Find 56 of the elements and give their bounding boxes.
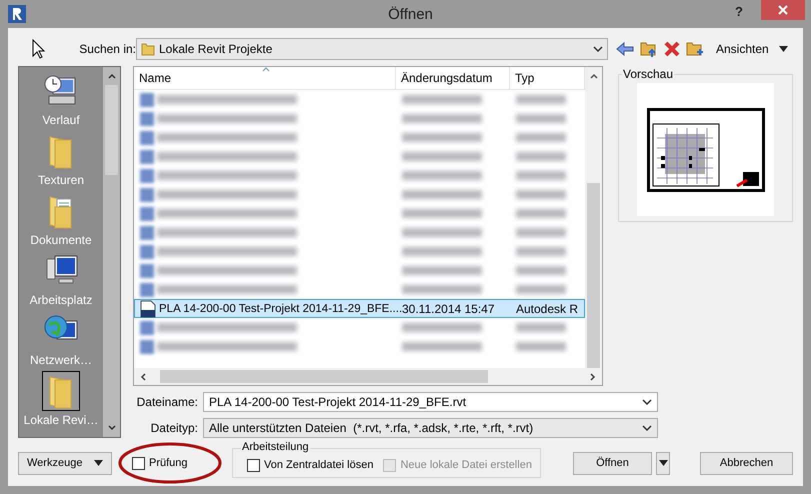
- open-button[interactable]: Öffnen: [573, 452, 652, 474]
- file-type-dropdown[interactable]: Alle unterstützten Dateien (*.rvt, *.rfa, *.adsk, *.rte, *.rft, *.rvt): [203, 418, 658, 438]
- scrollbar-thumb[interactable]: [587, 183, 600, 368]
- scroll-up-icon[interactable]: [590, 73, 598, 79]
- scroll-right-icon[interactable]: [590, 372, 596, 380]
- place-label: Arbeitsplatz: [30, 293, 92, 307]
- scroll-down-icon[interactable]: [108, 425, 116, 431]
- caret-icon: [778, 46, 788, 52]
- chevron-down-icon: [642, 399, 652, 405]
- file-type-label: Dateityp:: [150, 421, 199, 435]
- vertical-scrollbar[interactable]: [103, 67, 120, 437]
- back-arrow-icon[interactable]: [616, 42, 634, 56]
- file-name: PLA 14-200-00 Test-Projekt 2014-11-29_BFE....: [159, 302, 402, 314]
- sort-caret-icon: [262, 67, 270, 72]
- place-label: Verlauf: [42, 113, 80, 127]
- place-label: Texturen: [38, 173, 84, 187]
- rvt-file-icon: [140, 300, 156, 318]
- place-label: Netzwerk…: [30, 353, 92, 367]
- caret-icon: [658, 460, 668, 466]
- worksharing-label: Arbeitsteilung: [241, 441, 310, 453]
- preview-label: Vorschau: [622, 67, 674, 81]
- file-row[interactable]: PLA 14-200-00 Test-Projekt 2014-11-29_BFE....30.11.2014 15:47 Autodesk R: [134, 299, 585, 318]
- look-in-label: Suchen in:: [79, 42, 136, 56]
- horizontal-scrollbar[interactable]: [134, 368, 602, 385]
- tools-menu-button[interactable]: Werkzeuge: [18, 452, 112, 474]
- close-icon: [778, 5, 788, 15]
- scroll-up-icon[interactable]: [108, 73, 116, 79]
- file-name-field[interactable]: PLA 14-200-00 Test-Projekt 2014-11-29_BFE.rvt: [203, 392, 658, 412]
- chevron-down-icon: [593, 46, 603, 52]
- file-type: Autodesk R: [515, 300, 580, 317]
- place-label: Dokumente: [30, 233, 92, 247]
- window-title: Öffnen: [387, 6, 433, 22]
- vertical-scrollbar[interactable]: [585, 67, 602, 368]
- folder-icon: [141, 42, 155, 56]
- column-header[interactable]: Änderungsdatum: [396, 67, 510, 89]
- audit-checkbox[interactable]: Prüfung: [132, 456, 188, 470]
- delete-icon[interactable]: [664, 41, 680, 57]
- help-button[interactable]: ?: [735, 4, 743, 19]
- column-header[interactable]: Name: [134, 67, 396, 89]
- scroll-left-icon[interactable]: [140, 372, 146, 380]
- app-icon: [8, 5, 26, 23]
- cancel-button[interactable]: Abbrechen: [700, 452, 793, 474]
- close-button[interactable]: [761, 0, 805, 20]
- scrollbar-thumb[interactable]: [105, 85, 118, 175]
- file-name-label: Dateiname:: [136, 395, 199, 409]
- open-options-button[interactable]: [656, 452, 670, 474]
- place-label: Lokale Revi…: [24, 413, 98, 427]
- mouse-pointer-icon: [32, 39, 46, 59]
- look-in-dropdown[interactable]: Lokale Revit Projekte: [136, 38, 608, 60]
- scrollbar-thumb[interactable]: [160, 370, 488, 383]
- caret-icon: [94, 460, 103, 466]
- new-folder-icon[interactable]: [686, 40, 704, 58]
- views-menu-button[interactable]: Ansichten: [710, 42, 788, 56]
- option-checkbox[interactable]: Von Zentraldatei lösen: [247, 458, 374, 472]
- folder-up-icon[interactable]: [640, 40, 658, 58]
- chevron-down-icon: [642, 425, 652, 431]
